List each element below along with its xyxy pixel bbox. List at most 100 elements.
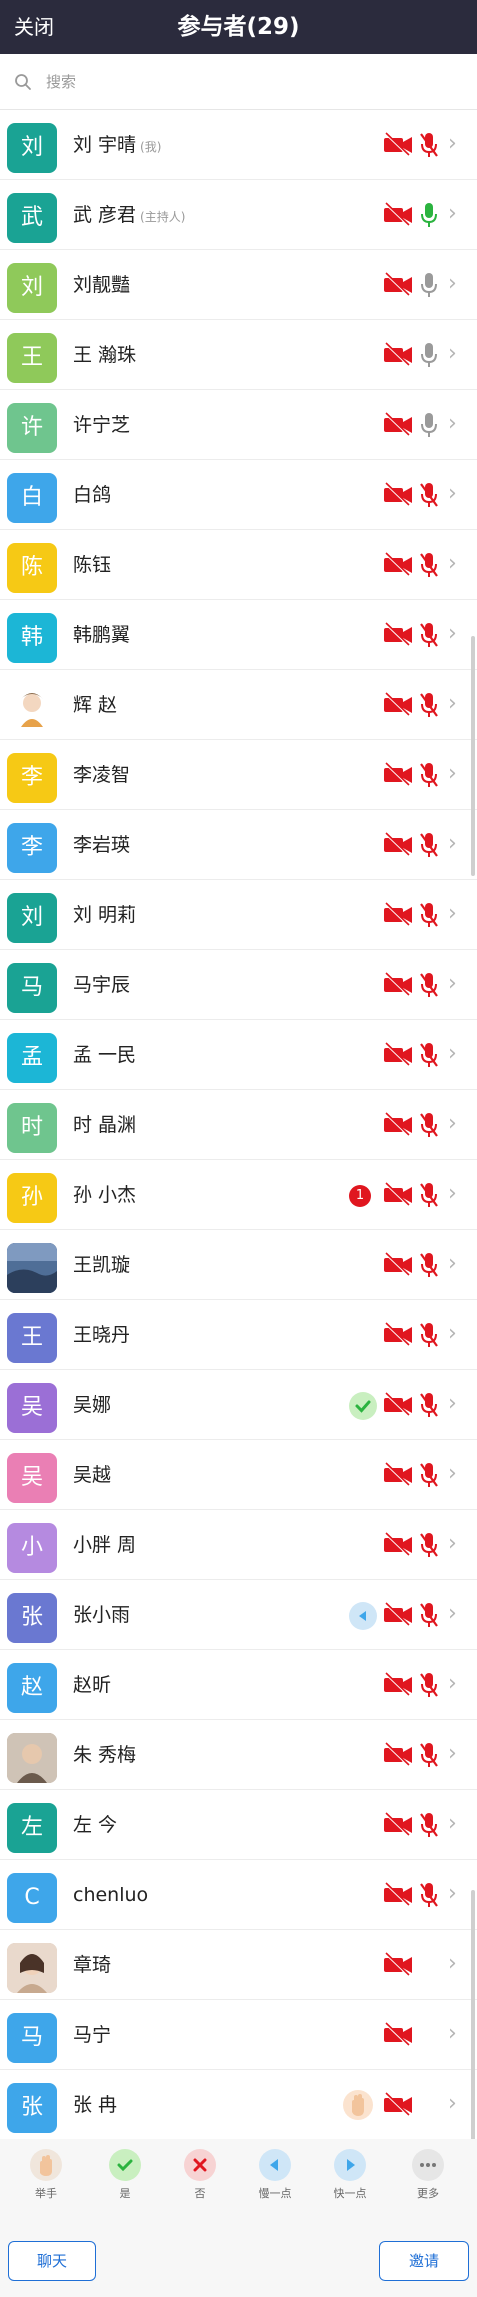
chevron-right-icon[interactable]: › bbox=[448, 762, 457, 786]
video-off-icon[interactable] bbox=[383, 902, 413, 928]
chevron-right-icon[interactable]: › bbox=[448, 622, 457, 646]
mic-idle-icon[interactable] bbox=[419, 272, 439, 298]
participant-row[interactable]: 李李凌智 › bbox=[0, 740, 477, 810]
search-input[interactable]: 搜索 bbox=[46, 72, 76, 92]
video-off-icon[interactable] bbox=[383, 2092, 413, 2118]
chevron-right-icon[interactable]: › bbox=[448, 412, 457, 436]
participant-row[interactable]: 张张小雨 › bbox=[0, 1580, 477, 1650]
participant-row[interactable]: 许许宁芝 › bbox=[0, 390, 477, 460]
participant-row[interactable]: 刘刘 宇晴 (我) › bbox=[0, 110, 477, 180]
participant-row[interactable]: 赵赵昕 › bbox=[0, 1650, 477, 1720]
participant-row[interactable]: 李李岩瑛 › bbox=[0, 810, 477, 880]
chevron-right-icon[interactable]: › bbox=[448, 692, 457, 716]
no-cross-action-button[interactable]: 否 bbox=[170, 2149, 230, 2201]
chevron-right-icon[interactable]: › bbox=[448, 482, 457, 506]
chevron-right-icon[interactable]: › bbox=[448, 1602, 457, 1626]
raise-hand-action-button[interactable]: 举手 bbox=[16, 2149, 76, 2201]
video-off-icon[interactable] bbox=[383, 1112, 413, 1138]
video-off-icon[interactable] bbox=[383, 1252, 413, 1278]
participant-row[interactable]: 小小胖 周 › bbox=[0, 1510, 477, 1580]
video-off-icon[interactable] bbox=[383, 482, 413, 508]
video-off-icon[interactable] bbox=[383, 552, 413, 578]
chevron-right-icon[interactable]: › bbox=[448, 202, 457, 226]
mic-muted-icon[interactable] bbox=[419, 832, 439, 858]
video-off-icon[interactable] bbox=[383, 342, 413, 368]
chevron-right-icon[interactable]: › bbox=[448, 1952, 457, 1976]
video-off-icon[interactable] bbox=[383, 2022, 413, 2048]
chevron-right-icon[interactable]: › bbox=[448, 132, 457, 156]
mic-muted-icon[interactable] bbox=[419, 1462, 439, 1488]
participant-row[interactable]: 吴吴越 › bbox=[0, 1440, 477, 1510]
chevron-right-icon[interactable]: › bbox=[448, 272, 457, 296]
video-off-icon[interactable] bbox=[383, 412, 413, 438]
chevron-right-icon[interactable]: › bbox=[448, 1882, 457, 1906]
participant-row[interactable]: 章琦 › bbox=[0, 1930, 477, 2000]
video-off-icon[interactable] bbox=[383, 1882, 413, 1908]
video-off-icon[interactable] bbox=[383, 832, 413, 858]
participant-row[interactable]: 白白鸽 › bbox=[0, 460, 477, 530]
video-off-icon[interactable] bbox=[383, 1602, 413, 1628]
chevron-right-icon[interactable]: › bbox=[448, 832, 457, 856]
mic-muted-icon[interactable] bbox=[419, 1532, 439, 1558]
participant-row[interactable]: 孟孟 一民 › bbox=[0, 1020, 477, 1090]
chevron-right-icon[interactable]: › bbox=[448, 1392, 457, 1416]
video-off-icon[interactable] bbox=[383, 1532, 413, 1558]
participant-row[interactable]: 刘刘靓豔 › bbox=[0, 250, 477, 320]
video-off-icon[interactable] bbox=[383, 1672, 413, 1698]
video-off-icon[interactable] bbox=[383, 1462, 413, 1488]
mic-muted-icon[interactable] bbox=[419, 552, 439, 578]
mic-muted-icon[interactable] bbox=[419, 1602, 439, 1628]
video-off-icon[interactable] bbox=[383, 692, 413, 718]
close-button[interactable]: 关闭 bbox=[14, 15, 54, 39]
participant-row[interactable]: 张张 冉 › bbox=[0, 2070, 477, 2140]
mic-muted-icon[interactable] bbox=[419, 482, 439, 508]
participant-row[interactable]: 马马宁 › bbox=[0, 2000, 477, 2070]
participant-row[interactable]: 王凯璇 › bbox=[0, 1230, 477, 1300]
mic-muted-icon[interactable] bbox=[419, 1042, 439, 1068]
participant-row[interactable]: 王王 瀚珠 › bbox=[0, 320, 477, 390]
chevron-right-icon[interactable]: › bbox=[448, 2092, 457, 2116]
chevron-right-icon[interactable]: › bbox=[448, 1042, 457, 1066]
chevron-right-icon[interactable]: › bbox=[448, 972, 457, 996]
mic-muted-icon[interactable] bbox=[419, 1252, 439, 1278]
mic-muted-icon[interactable] bbox=[419, 1882, 439, 1908]
chevron-right-icon[interactable]: › bbox=[448, 1462, 457, 1486]
mic-idle-icon[interactable] bbox=[419, 342, 439, 368]
chevron-right-icon[interactable]: › bbox=[448, 1112, 457, 1136]
participant-row[interactable]: 马马宇辰 › bbox=[0, 950, 477, 1020]
mic-muted-icon[interactable] bbox=[419, 1672, 439, 1698]
mic-muted-icon[interactable] bbox=[419, 692, 439, 718]
chevron-right-icon[interactable]: › bbox=[448, 902, 457, 926]
participant-row[interactable]: 武武 彦君 (主持人) › bbox=[0, 180, 477, 250]
chevron-right-icon[interactable]: › bbox=[448, 1322, 457, 1346]
mic-muted-icon[interactable] bbox=[419, 1182, 439, 1208]
mic-muted-icon[interactable] bbox=[419, 622, 439, 648]
participant-row[interactable]: 左左 今 › bbox=[0, 1790, 477, 1860]
participant-row[interactable]: 辉 赵 › bbox=[0, 670, 477, 740]
mic-muted-icon[interactable] bbox=[419, 902, 439, 928]
mic-muted-icon[interactable] bbox=[419, 132, 439, 158]
scrollbar[interactable] bbox=[471, 636, 475, 876]
participant-row[interactable]: 吴吴娜 › bbox=[0, 1370, 477, 1440]
search-bar[interactable]: 搜索 bbox=[0, 54, 477, 110]
participant-row[interactable]: Cchenluo › bbox=[0, 1860, 477, 1930]
mic-muted-icon[interactable] bbox=[419, 762, 439, 788]
mic-muted-icon[interactable] bbox=[419, 1322, 439, 1348]
chevron-right-icon[interactable]: › bbox=[448, 1672, 457, 1696]
yes-check-action-button[interactable]: 是 bbox=[95, 2149, 155, 2201]
video-off-icon[interactable] bbox=[383, 1742, 413, 1768]
chat-button[interactable]: 聊天 bbox=[8, 2241, 96, 2281]
invite-button[interactable]: 邀请 bbox=[379, 2241, 469, 2281]
chevron-right-icon[interactable]: › bbox=[448, 342, 457, 366]
participant-row[interactable]: 朱 秀梅 › bbox=[0, 1720, 477, 1790]
video-off-icon[interactable] bbox=[383, 1042, 413, 1068]
participant-row[interactable]: 刘刘 明莉 › bbox=[0, 880, 477, 950]
mic-on-icon[interactable] bbox=[419, 202, 439, 228]
chevron-right-icon[interactable]: › bbox=[448, 552, 457, 576]
participant-row[interactable]: 孙孙 小杰 1 › bbox=[0, 1160, 477, 1230]
participant-row[interactable]: 时时 晶渊 › bbox=[0, 1090, 477, 1160]
chevron-right-icon[interactable]: › bbox=[448, 1532, 457, 1556]
mic-muted-icon[interactable] bbox=[419, 1392, 439, 1418]
video-off-icon[interactable] bbox=[383, 202, 413, 228]
chevron-right-icon[interactable]: › bbox=[448, 2022, 457, 2046]
